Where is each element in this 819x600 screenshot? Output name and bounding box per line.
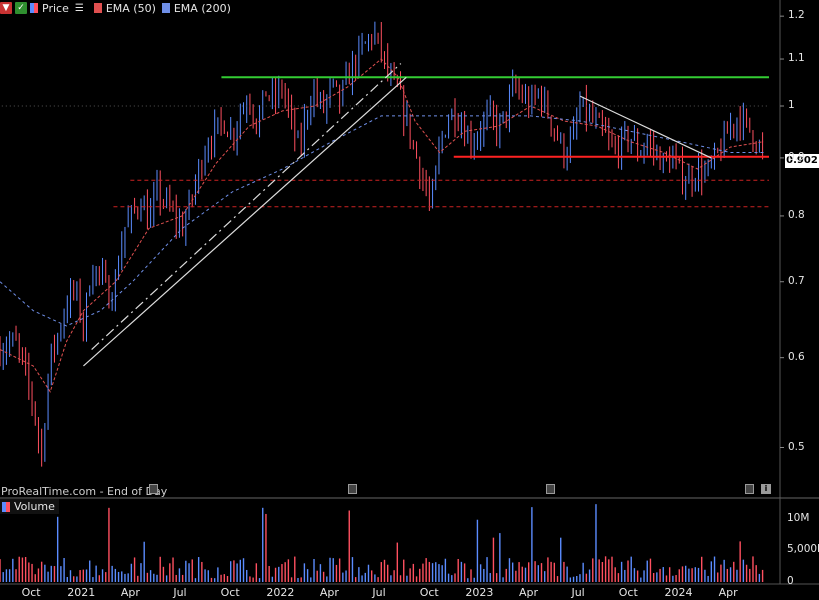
time-tick-label: Oct bbox=[220, 586, 240, 599]
price-tick-label: 0.9 bbox=[788, 150, 805, 163]
info-icon[interactable]: i bbox=[761, 484, 771, 494]
time-tick-label: Oct bbox=[618, 586, 638, 599]
chart-canvas[interactable] bbox=[0, 0, 819, 600]
legend-price-label: Price bbox=[42, 1, 69, 15]
time-tick-label: Jul bbox=[372, 586, 386, 599]
time-tick-label: Apr bbox=[518, 586, 538, 599]
volume-tick-label: 5,000K bbox=[787, 543, 819, 556]
time-tick-label: Oct bbox=[419, 586, 439, 599]
close-chart-icon[interactable]: ▼ bbox=[0, 2, 12, 14]
volume-label: Volume bbox=[14, 500, 55, 513]
legend-ema200[interactable]: EMA (200) bbox=[161, 1, 231, 15]
legend-price[interactable]: Price bbox=[30, 2, 69, 15]
ema50-swatch-icon bbox=[93, 3, 102, 13]
time-tick-label: Jul bbox=[571, 586, 585, 599]
legend-ema50-label: EMA (50) bbox=[105, 1, 156, 15]
credit-text: ProRealTime.com - End of Day bbox=[1, 485, 168, 498]
volume-tick-label: 0 bbox=[787, 575, 794, 587]
price-tick-label: 1.2 bbox=[788, 9, 805, 22]
volume-swatch-icon bbox=[2, 501, 10, 512]
price-tick-label: 1 bbox=[788, 98, 795, 111]
legend-menu[interactable]: ☰ bbox=[75, 3, 88, 14]
calendar-icon[interactable] bbox=[149, 484, 158, 494]
time-tick-label: Apr bbox=[319, 586, 339, 599]
time-tick-label: Jul bbox=[173, 586, 187, 599]
volume-tick-label: 10M bbox=[787, 511, 810, 524]
calendar-icon[interactable] bbox=[546, 484, 555, 494]
volume-legend[interactable]: Volume bbox=[0, 499, 59, 514]
legend-ema200-label: EMA (200) bbox=[173, 1, 231, 15]
chart-legend: ▼ ✓ Price ☰ EMA (50) EMA (200) bbox=[0, 0, 237, 16]
time-tick-label: 2023 bbox=[465, 586, 494, 599]
time-tick-label: 2022 bbox=[266, 586, 295, 599]
price-tick-label: 0.7 bbox=[788, 274, 805, 287]
legend-ema50[interactable]: EMA (50) bbox=[93, 1, 156, 15]
chart-background bbox=[0, 0, 819, 600]
calendar-icon[interactable] bbox=[348, 484, 357, 494]
list-icon: ☰ bbox=[74, 2, 84, 14]
time-tick-label: Apr bbox=[120, 586, 140, 599]
calendar-icon[interactable] bbox=[745, 484, 754, 494]
price-tick-label: 0.5 bbox=[788, 440, 805, 453]
ema200-swatch-icon bbox=[161, 3, 170, 13]
time-tick-label: Apr bbox=[718, 586, 738, 599]
price-tick-label: 0.8 bbox=[788, 208, 805, 221]
price-swatch-icon bbox=[30, 3, 38, 13]
chart-settings-icon[interactable]: ✓ bbox=[15, 2, 27, 14]
price-tick-label: 0.6 bbox=[788, 350, 805, 363]
time-tick-label: 2024 bbox=[664, 586, 693, 599]
time-tick-label: 2021 bbox=[67, 586, 96, 599]
time-tick-label: Oct bbox=[21, 586, 41, 599]
price-tick-label: 1.1 bbox=[788, 52, 805, 65]
